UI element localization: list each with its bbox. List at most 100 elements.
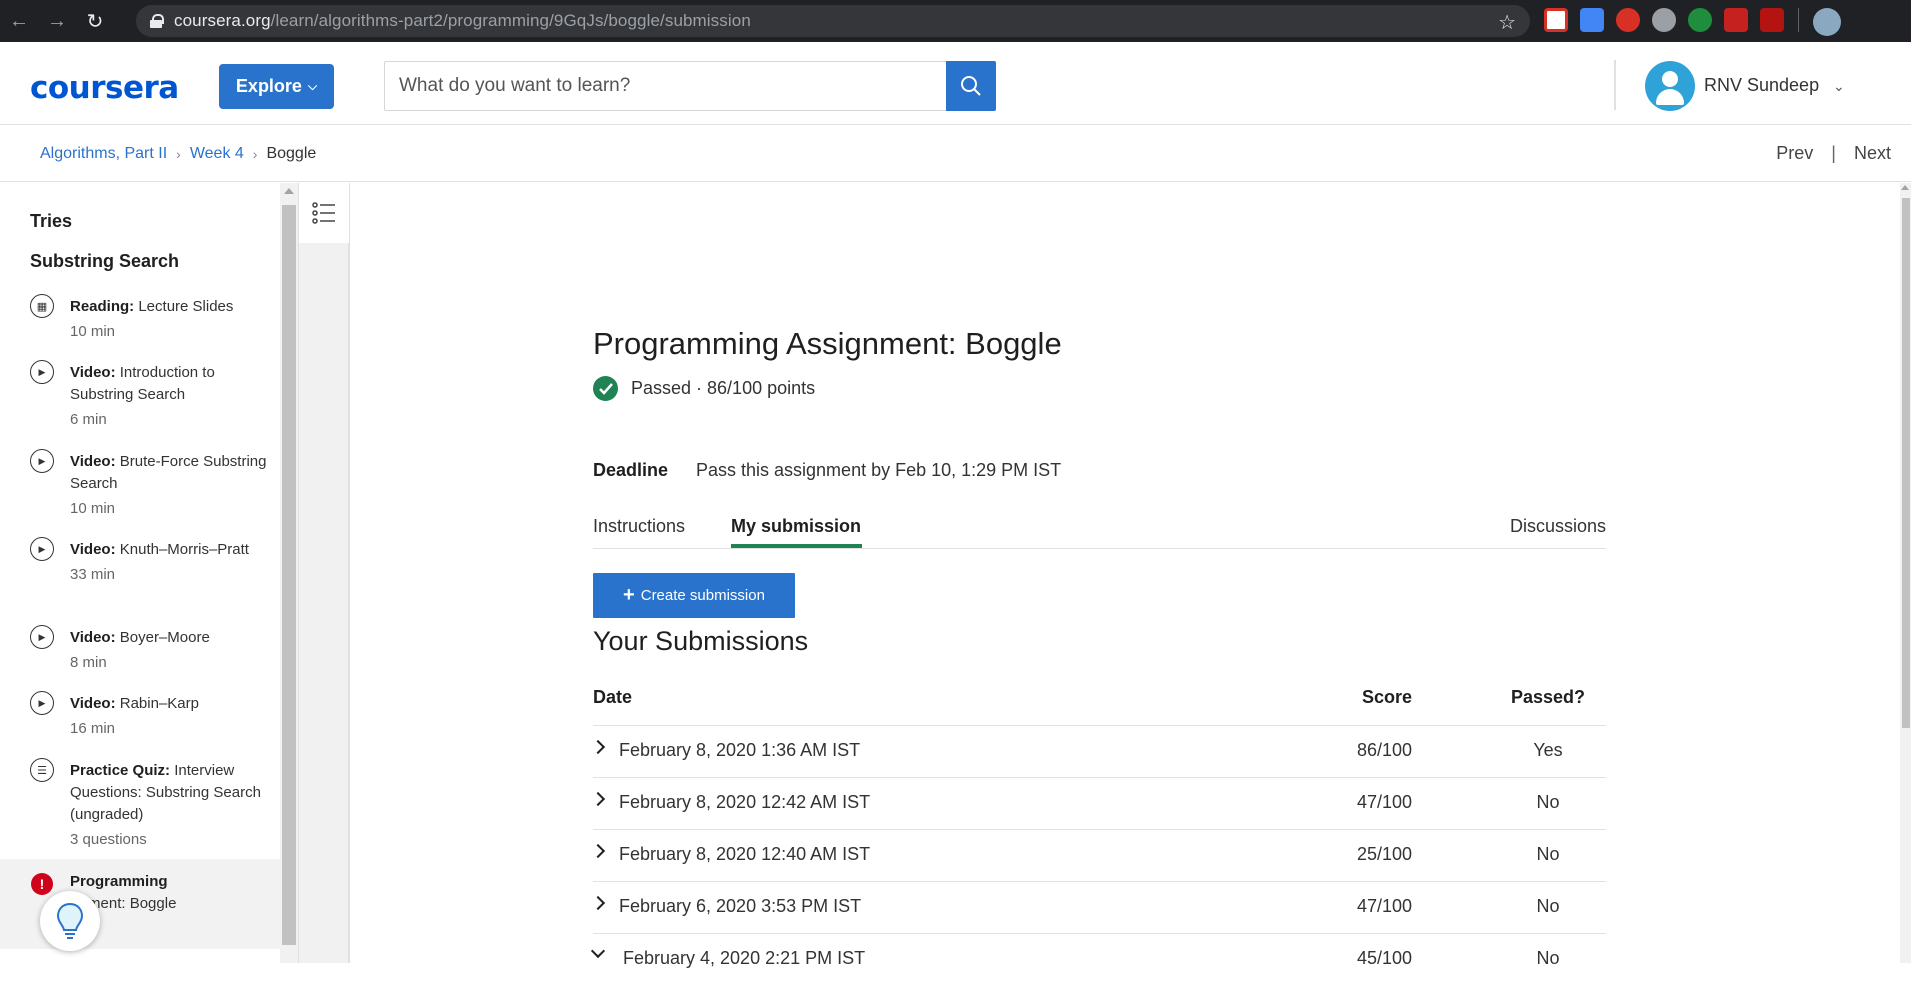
item-name: Boyer–Moore — [119, 629, 210, 646]
breadcrumb-row: Algorithms, Part II › Week 4 › Boggle Pr… — [0, 126, 1911, 182]
coursera-logo[interactable]: coursera — [30, 70, 179, 106]
next-link[interactable]: Next — [1854, 143, 1891, 164]
bookmark-star-icon[interactable]: ☆ — [1498, 10, 1516, 35]
page-scrollbar[interactable] — [1900, 183, 1911, 963]
table-row[interactable]: February 8, 2020 1:36 AM IST 86/100 Yes — [590, 725, 1606, 777]
item-meta: 6 min — [70, 411, 107, 428]
plus-icon: + — [623, 584, 635, 606]
chevron-down-icon: ⌵ — [307, 79, 318, 93]
chevron-right-icon: › — [252, 146, 258, 162]
toolbar-divider — [1798, 8, 1799, 32]
submission-date: February 8, 2020 12:40 AM IST — [619, 844, 871, 864]
column-passed: Passed? — [1510, 687, 1586, 707]
sidebar-section-tries[interactable]: Tries — [30, 211, 72, 232]
reload-icon[interactable]: ↻ — [76, 0, 114, 42]
pager-divider: | — [1831, 143, 1836, 163]
item-name: Knuth–Morris–Pratt — [119, 541, 249, 558]
submission-score: 45/100 — [1356, 948, 1412, 968]
chevron-right-icon[interactable] — [590, 739, 606, 755]
chevron-right-icon[interactable] — [590, 791, 606, 807]
tab-instructions[interactable]: Instructions — [593, 516, 685, 537]
item-meta: 3 questions — [70, 831, 147, 848]
user-avatar[interactable] — [1645, 61, 1695, 111]
breadcrumb-current: Boggle — [266, 145, 317, 162]
search-button[interactable] — [946, 61, 996, 111]
table-row[interactable]: February 6, 2020 3:53 PM IST 47/100 No — [590, 881, 1606, 933]
create-submission-label: Create submission — [640, 587, 765, 604]
breadcrumb: Algorithms, Part II › Week 4 › Boggle — [40, 145, 316, 163]
search-icon — [961, 76, 981, 96]
item-meta: 33 min — [70, 566, 116, 583]
explore-button[interactable]: Explore ⌵ — [219, 64, 334, 109]
table-row[interactable]: February 8, 2020 12:42 AM IST 47/100 No — [590, 777, 1606, 829]
chevron-right-icon[interactable] — [590, 843, 606, 859]
url-text: coursera.org/learn/algorithms-part2/prog… — [174, 11, 751, 30]
breadcrumb-course[interactable]: Algorithms, Part II — [40, 145, 167, 163]
forward-icon[interactable]: → — [38, 0, 76, 42]
sidebar-item-practice-quiz[interactable]: ☰ Practice Quiz: Interview Questions: Su… — [30, 758, 275, 853]
item-type: Video: — [70, 695, 116, 712]
sidebar-item-rabin-karp[interactable]: ▶ Video: Rabin–Karp 16 min — [30, 691, 275, 741]
deadline-label: Deadline — [593, 460, 669, 480]
prev-link[interactable]: Prev — [1776, 143, 1813, 164]
shield-extension-icon[interactable] — [1760, 8, 1784, 32]
sidebar-scrollbar[interactable] — [280, 183, 298, 963]
search-input[interactable]: What do you want to learn? — [384, 61, 947, 111]
play-icon: ▶ — [30, 360, 54, 384]
sidebar-item-lecture-slides[interactable]: ▦ Reading: Lecture Slides 10 min — [30, 294, 275, 344]
item-type: Video: — [70, 629, 116, 646]
item-type: Programming — [70, 873, 168, 890]
item-type: Reading: — [70, 298, 135, 315]
assignment-tabs: Instructions My submission Discussions — [593, 504, 1606, 549]
item-type: Video: — [70, 364, 116, 381]
play-icon: ▶ — [30, 625, 54, 649]
calendar-extension-icon[interactable] — [1544, 8, 1568, 32]
breadcrumb-week[interactable]: Week 4 — [190, 145, 244, 163]
browser-profile-avatar[interactable] — [1813, 8, 1841, 36]
address-bar[interactable]: coursera.org/learn/algorithms-part2/prog… — [136, 5, 1530, 37]
header-divider — [1614, 60, 1616, 110]
stop-extension-icon[interactable] — [1616, 8, 1640, 32]
browser-toolbar: ← → ↻ coursera.org/learn/algorithms-part… — [0, 0, 1911, 42]
play-icon: ▶ — [30, 691, 54, 715]
item-meta: 10 min — [70, 500, 116, 517]
play-icon: ▶ — [30, 449, 54, 473]
error-icon: ! — [31, 873, 53, 895]
chevron-right-icon[interactable] — [590, 895, 606, 911]
item-name: Rabin–Karp — [119, 695, 199, 712]
sidebar-item-kmp[interactable]: ▶ Video: Knuth–Morris–Pratt 33 min — [30, 537, 275, 609]
submission-score: 47/100 — [1356, 792, 1412, 812]
active-tab-indicator — [731, 544, 862, 548]
item-meta: 8 min — [70, 654, 107, 671]
back-icon[interactable]: ← — [0, 0, 38, 42]
user-menu-chevron-icon[interactable]: ⌄ — [1833, 78, 1845, 95]
chevron-down-icon[interactable] — [590, 943, 606, 959]
explore-label: Explore — [235, 76, 302, 96]
translate-extension-icon[interactable] — [1580, 8, 1604, 32]
chat-extension-icon[interactable] — [1688, 8, 1712, 32]
lightbulb-help-button[interactable] — [40, 891, 100, 951]
submission-date: February 4, 2020 2:21 PM IST — [623, 948, 866, 968]
user-name[interactable]: RNV Sundeep — [1704, 75, 1819, 96]
submission-passed: No — [1536, 844, 1560, 864]
sidebar-item-brute-force[interactable]: ▶ Video: Brute-Force Substring Search 10 … — [30, 449, 275, 521]
tab-my-submission[interactable]: My submission — [731, 516, 861, 537]
submission-passed: Yes — [1533, 740, 1563, 760]
quiz-icon: ☰ — [30, 758, 54, 782]
sidebar-item-intro-substring[interactable]: ▶ Video: Introduction to Substring Searc… — [30, 360, 275, 432]
table-row[interactable]: February 4, 2020 2:21 PM IST 45/100 No — [590, 933, 1606, 985]
table-row[interactable]: February 8, 2020 12:40 AM IST 25/100 No — [590, 829, 1606, 881]
submission-score: 25/100 — [1356, 844, 1412, 864]
item-type: Video: — [70, 453, 116, 470]
bookmark-extension-icon[interactable] — [1724, 8, 1748, 32]
create-submission-button[interactable]: + Create submission — [593, 573, 795, 618]
column-date: Date — [593, 687, 633, 707]
sidebar-section-title[interactable]: Substring Search — [30, 251, 179, 272]
globe-extension-icon[interactable] — [1652, 8, 1676, 32]
lock-icon — [150, 14, 164, 28]
item-type: Practice Quiz: — [70, 762, 171, 779]
sidebar-item-boyer-moore[interactable]: ▶ Video: Boyer–Moore 8 min — [30, 625, 275, 675]
tab-discussions[interactable]: Discussions — [1510, 516, 1606, 537]
list-icon — [312, 202, 335, 224]
course-outline-button[interactable] — [299, 183, 349, 243]
